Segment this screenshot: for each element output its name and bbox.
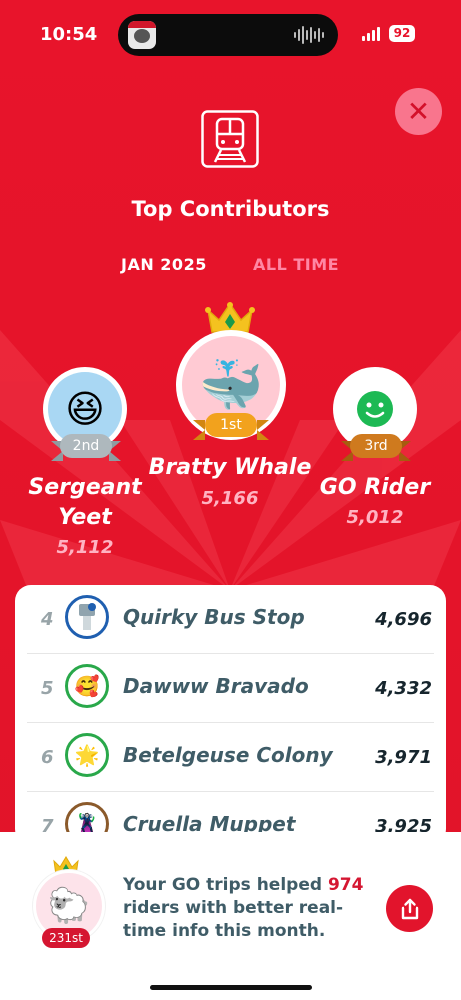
first-place-ribbon: 1st: [193, 412, 269, 440]
user-score: 4,332: [375, 678, 432, 699]
my-rank-badge: 231st: [42, 928, 90, 948]
close-button[interactable]: ✕: [395, 88, 442, 135]
second-place-name: Sergeant Yeet: [28, 475, 142, 530]
whale-icon: 🐳: [198, 355, 264, 416]
my-stats-message: Your GO trips helped 974 riders with bet…: [123, 875, 364, 941]
second-place-score: 5,112: [56, 537, 114, 558]
close-icon: ✕: [406, 94, 431, 128]
sheep-icon: 🐑: [47, 886, 91, 926]
table-row[interactable]: 4 Quirky Bus Stop 4,696: [27, 585, 434, 654]
table-row[interactable]: 5 🥰 Dawww Bravado 4,332: [27, 654, 434, 723]
signal-icon: [362, 27, 380, 41]
heart-face-icon: 🥰: [65, 664, 109, 708]
user-score: 3,971: [375, 747, 432, 768]
home-indicator[interactable]: [150, 985, 312, 990]
dynamic-island: [118, 14, 338, 56]
tab-month[interactable]: JAN 2025: [121, 255, 207, 274]
audio-wave-icon: [294, 25, 324, 45]
riders-count: 974: [327, 875, 364, 895]
star-icon: 🌟: [65, 733, 109, 777]
first-place-badge: 1st: [205, 413, 257, 437]
laughing-face-icon: 😆: [65, 387, 105, 431]
bus-stop-icon: [65, 595, 109, 639]
user-name: Betelgeuse Colony: [123, 743, 333, 767]
contributors-screen: 10:54 92 ✕ Top Contributors JAN 2025 ALL…: [0, 0, 461, 1000]
leaderboard-list[interactable]: 4 Quirky Bus Stop 4,696 5 🥰 Dawww Bravad…: [15, 585, 446, 845]
share-icon: [401, 898, 418, 919]
third-place-name: GO Rider: [319, 475, 431, 500]
tab-all-time[interactable]: ALL TIME: [253, 255, 339, 274]
battery-indicator: 92: [389, 25, 415, 42]
user-score: 4,696: [375, 609, 432, 630]
third-place-badge: 3rd: [350, 434, 402, 458]
second-place-ribbon: 2nd: [51, 433, 121, 461]
page-title: Top Contributors: [131, 197, 330, 221]
third-place-score: 5,012: [346, 507, 404, 528]
first-place-score: 5,166: [201, 488, 259, 509]
status-time: 10:54: [40, 24, 98, 45]
table-row[interactable]: 6 🌟 Betelgeuse Colony 3,971: [27, 723, 434, 792]
smiley-icon: [357, 391, 393, 427]
first-place-name: Bratty Whale: [148, 455, 312, 480]
app-activity-icon[interactable]: [128, 21, 156, 49]
third-place-ribbon: 3rd: [341, 433, 411, 461]
second-place-badge: 2nd: [60, 434, 112, 458]
user-name: Dawww Bravado: [123, 674, 309, 698]
train-icon: [201, 110, 259, 168]
share-button[interactable]: [386, 885, 433, 932]
user-name: Quirky Bus Stop: [123, 605, 305, 629]
